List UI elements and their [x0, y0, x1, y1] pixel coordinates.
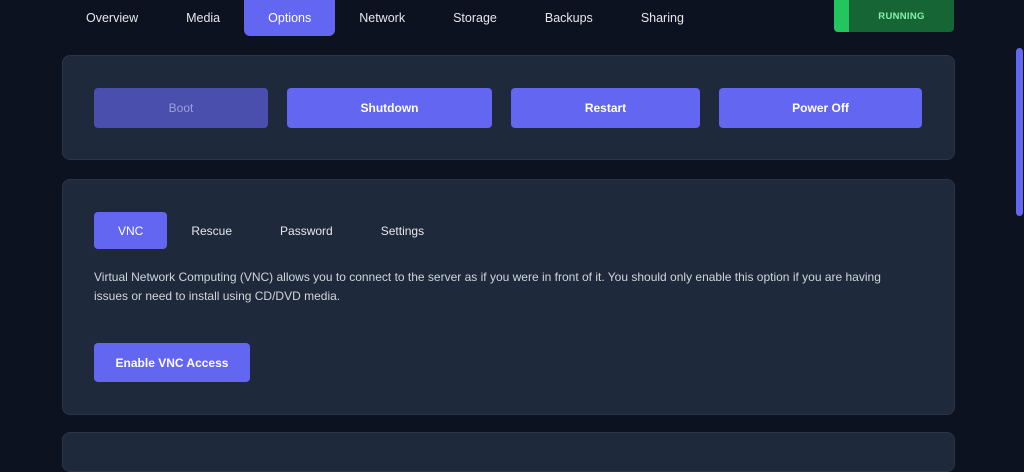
- enable-vnc-button[interactable]: Enable VNC Access: [94, 343, 250, 382]
- tab-media[interactable]: Media: [162, 0, 244, 36]
- scrollbar-thumb[interactable]: [1016, 48, 1023, 216]
- tab-options[interactable]: Options: [244, 0, 336, 36]
- tab-network[interactable]: Network: [335, 0, 429, 36]
- tab-rescue[interactable]: Rescue: [167, 212, 256, 249]
- console-panel: VNC Rescue Password Settings Virtual Net…: [62, 179, 955, 415]
- shutdown-button[interactable]: Shutdown: [287, 88, 492, 128]
- boot-button[interactable]: Boot: [94, 88, 268, 128]
- tab-settings[interactable]: Settings: [357, 212, 448, 249]
- tab-overview[interactable]: Overview: [62, 0, 162, 36]
- restart-button[interactable]: Restart: [511, 88, 700, 128]
- next-panel: [62, 432, 955, 472]
- power-actions-panel: Boot Shutdown Restart Power Off: [62, 55, 955, 160]
- tab-backups[interactable]: Backups: [521, 0, 617, 36]
- console-tabs: VNC Rescue Password Settings: [94, 212, 448, 249]
- tab-password[interactable]: Password: [256, 212, 357, 249]
- status-indicator: [834, 0, 849, 32]
- tab-storage[interactable]: Storage: [429, 0, 521, 36]
- power-off-button[interactable]: Power Off: [719, 88, 922, 128]
- main-nav: Overview Media Options Network Storage B…: [62, 0, 708, 36]
- tab-sharing[interactable]: Sharing: [617, 0, 708, 36]
- status-label: RUNNING: [878, 10, 925, 22]
- tab-vnc[interactable]: VNC: [94, 212, 168, 249]
- status-badge: RUNNING: [834, 0, 954, 32]
- vnc-description: Virtual Network Computing (VNC) allows y…: [94, 270, 881, 303]
